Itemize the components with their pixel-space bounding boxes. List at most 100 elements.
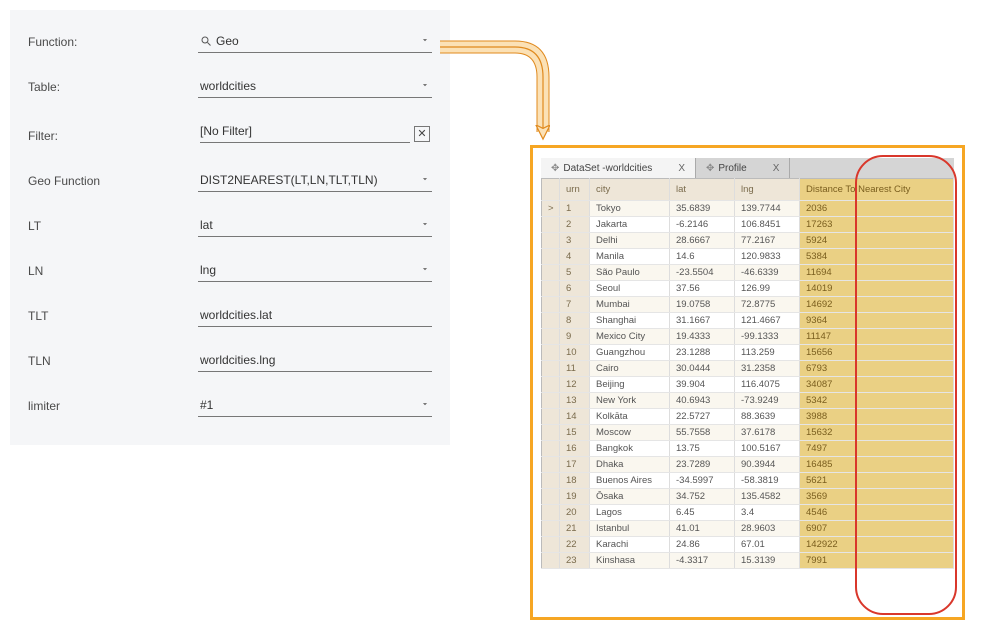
- search-icon: [200, 35, 212, 47]
- cell-distance: 11694: [800, 265, 954, 281]
- table-row[interactable]: 14Kolkāta22.572788.36393988: [542, 409, 954, 425]
- cell-lat: 28.6667: [670, 233, 735, 249]
- field-lt[interactable]: lat: [198, 216, 432, 237]
- cell-lng: -99.1333: [735, 329, 800, 345]
- row-selector[interactable]: [542, 409, 560, 425]
- table-row[interactable]: 20Lagos6.453.44546: [542, 505, 954, 521]
- cell-lng: 90.3944: [735, 457, 800, 473]
- value-ln: lng: [200, 263, 420, 277]
- row-selector[interactable]: [542, 425, 560, 441]
- field-limiter[interactable]: #1: [198, 396, 432, 417]
- table-row[interactable]: 16Bangkok13.75100.51677497: [542, 441, 954, 457]
- table-row[interactable]: 19Ōsaka34.752135.45823569: [542, 489, 954, 505]
- col-urn[interactable]: urn: [560, 179, 590, 201]
- value-lt: lat: [200, 218, 420, 232]
- row-limiter: limiter #1: [28, 396, 432, 417]
- tab-bar: ✥DataSet -worldcities X ✥Profile X: [541, 158, 954, 178]
- clear-filter-button[interactable]: ✕: [414, 126, 430, 142]
- table-row[interactable]: 3Delhi28.666777.21675924: [542, 233, 954, 249]
- cell-city: Bangkok: [590, 441, 670, 457]
- data-grid[interactable]: urn city lat lng Distance To Nearest Cit…: [541, 178, 954, 569]
- row-selector[interactable]: >: [542, 201, 560, 217]
- row-selector[interactable]: [542, 377, 560, 393]
- table-row[interactable]: 21Istanbul41.0128.96036907: [542, 521, 954, 537]
- field-ln[interactable]: lng: [198, 261, 432, 282]
- row-selector[interactable]: [542, 297, 560, 313]
- row-selector[interactable]: [542, 457, 560, 473]
- table-row[interactable]: 23Kinshasa-4.331715.31397991: [542, 553, 954, 569]
- cell-lng: -73.9249: [735, 393, 800, 409]
- tab-profile[interactable]: ✥Profile X: [696, 158, 790, 178]
- table-row[interactable]: 2Jakarta-6.2146106.845117263: [542, 217, 954, 233]
- row-selector[interactable]: [542, 345, 560, 361]
- row-selector[interactable]: [542, 281, 560, 297]
- table-row[interactable]: 6Seoul37.56126.9914019: [542, 281, 954, 297]
- table-row[interactable]: 10Guangzhou23.1288113.25915656: [542, 345, 954, 361]
- row-selector[interactable]: [542, 521, 560, 537]
- chevron-down-icon: [420, 173, 430, 187]
- cell-lat: 13.75: [670, 441, 735, 457]
- row-selector[interactable]: [542, 265, 560, 281]
- tab-label: Profile: [718, 163, 746, 174]
- col-lng[interactable]: lng: [735, 179, 800, 201]
- row-selector[interactable]: [542, 233, 560, 249]
- table-row[interactable]: 8Shanghai31.1667121.46679364: [542, 313, 954, 329]
- row-selector[interactable]: [542, 329, 560, 345]
- cell-city: Jakarta: [590, 217, 670, 233]
- table-row[interactable]: 12Beijing39.904116.407534087: [542, 377, 954, 393]
- col-city[interactable]: city: [590, 179, 670, 201]
- cell-urn: 14: [560, 409, 590, 425]
- row-table: Table: worldcities: [28, 77, 432, 98]
- row-selector[interactable]: [542, 537, 560, 553]
- row-selector[interactable]: [542, 361, 560, 377]
- table-row[interactable]: 7Mumbai19.075872.877514692: [542, 297, 954, 313]
- table-row[interactable]: 5São Paulo-23.5504-46.633911694: [542, 265, 954, 281]
- table-row[interactable]: 18Buenos Aires-34.5997-58.38195621: [542, 473, 954, 489]
- table-row[interactable]: 13New York40.6943-73.92495342: [542, 393, 954, 409]
- tab-dataset[interactable]: ✥DataSet -worldcities X: [541, 158, 696, 178]
- label-table: Table:: [28, 80, 198, 98]
- cell-city: Cairo: [590, 361, 670, 377]
- cell-urn: 2: [560, 217, 590, 233]
- cell-urn: 6: [560, 281, 590, 297]
- table-row[interactable]: >1Tokyo35.6839139.77442036: [542, 201, 954, 217]
- value-filter[interactable]: [No Filter]: [200, 124, 410, 143]
- close-icon[interactable]: X: [773, 163, 780, 174]
- cell-urn: 8: [560, 313, 590, 329]
- table-row[interactable]: 11Cairo30.044431.23586793: [542, 361, 954, 377]
- cell-lat: 31.1667: [670, 313, 735, 329]
- close-icon[interactable]: X: [678, 163, 685, 174]
- cell-lat: -23.5504: [670, 265, 735, 281]
- cell-lng: 106.8451: [735, 217, 800, 233]
- field-table[interactable]: worldcities: [198, 77, 432, 98]
- table-row[interactable]: 17Dhaka23.728990.394416485: [542, 457, 954, 473]
- row-selector[interactable]: [542, 217, 560, 233]
- cell-urn: 20: [560, 505, 590, 521]
- row-selector[interactable]: [542, 489, 560, 505]
- value-geofn: DIST2NEAREST(LT,LN,TLT,TLN): [200, 173, 420, 187]
- table-row[interactable]: 22Karachi24.8667.01142922: [542, 537, 954, 553]
- row-selector[interactable]: [542, 441, 560, 457]
- row-tlt: TLT worldcities.lat: [28, 306, 432, 327]
- row-selector[interactable]: [542, 249, 560, 265]
- field-function[interactable]: Geo: [198, 32, 432, 53]
- tab-label: DataSet -worldcities: [563, 163, 652, 174]
- row-selector[interactable]: [542, 505, 560, 521]
- row-selector[interactable]: [542, 313, 560, 329]
- row-selector[interactable]: [542, 393, 560, 409]
- table-row[interactable]: 15Moscow55.755837.617815632: [542, 425, 954, 441]
- row-selector[interactable]: [542, 553, 560, 569]
- col-lat[interactable]: lat: [670, 179, 735, 201]
- row-selector[interactable]: [542, 473, 560, 489]
- cell-urn: 9: [560, 329, 590, 345]
- cell-lat: 35.6839: [670, 201, 735, 217]
- form-panel: Function: Geo Table: worldcities Filter:…: [10, 10, 450, 445]
- table-row[interactable]: 4Manila14.6120.98335384: [542, 249, 954, 265]
- table-row[interactable]: 9Mexico City19.4333-99.133311147: [542, 329, 954, 345]
- field-tln[interactable]: worldcities.lng: [198, 351, 432, 372]
- cell-lat: 34.752: [670, 489, 735, 505]
- col-distance[interactable]: Distance To Nearest City: [800, 179, 954, 201]
- cell-lng: 31.2358: [735, 361, 800, 377]
- field-geofn[interactable]: DIST2NEAREST(LT,LN,TLT,TLN): [198, 171, 432, 192]
- field-tlt[interactable]: worldcities.lat: [198, 306, 432, 327]
